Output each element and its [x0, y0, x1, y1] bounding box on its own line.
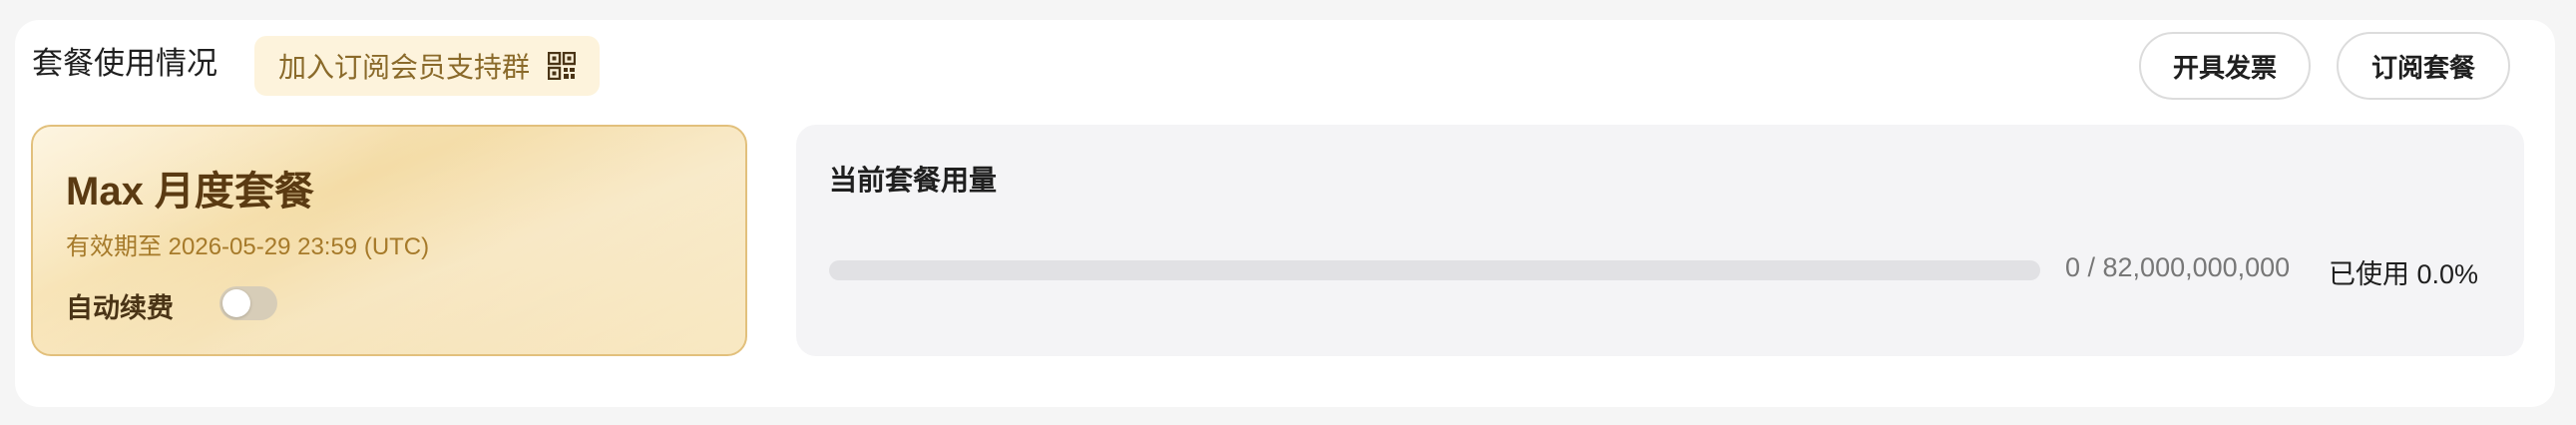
qr-code-icon: [548, 52, 577, 80]
issue-invoice-button[interactable]: 开具发票: [2139, 32, 2311, 100]
usage-percent: 已使用 0.0%: [2329, 259, 2479, 289]
toggle-knob: [222, 289, 250, 317]
plan-name: Max 月度套餐: [66, 170, 314, 213]
plan-expiry: 有效期至 2026-05-29 23:59 (UTC): [66, 233, 430, 260]
auto-renew-toggle[interactable]: [219, 286, 277, 320]
usage-count: 0 / 82,000,000,000: [2065, 252, 2291, 282]
usage-title: 当前套餐用量: [829, 165, 998, 196]
support-group-label: 加入订阅会员支持群: [278, 52, 531, 83]
usage-progress-bar: [829, 260, 2040, 280]
usage-card: 当前套餐用量 0 / 82,000,000,000 已使用 0.0%: [796, 125, 2524, 356]
current-plan-card: Max 月度套餐 有效期至 2026-05-29 23:59 (UTC) 自动续…: [31, 125, 747, 356]
join-support-group-button[interactable]: 加入订阅会员支持群: [254, 36, 601, 96]
section-title: 套餐使用情况: [32, 46, 217, 81]
subscribe-plan-button[interactable]: 订阅套餐: [2337, 32, 2510, 100]
auto-renew-label: 自动续费: [66, 293, 174, 323]
